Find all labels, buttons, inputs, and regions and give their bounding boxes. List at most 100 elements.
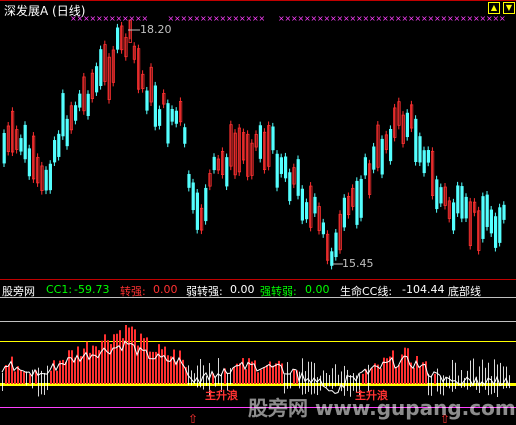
candle — [153, 85, 157, 127]
candle — [170, 109, 174, 122]
candle — [183, 127, 187, 144]
candle — [288, 172, 292, 202]
scroll-down-icon[interactable]: ▼ — [503, 2, 515, 14]
indicator-bar — [158, 344, 160, 384]
low-price-label: 15.45 — [342, 257, 374, 270]
candle — [300, 188, 305, 221]
candle — [296, 159, 300, 196]
candle — [275, 153, 279, 188]
indicator-bar — [320, 375, 321, 391]
candle — [166, 103, 170, 144]
indicator-bar — [434, 373, 436, 384]
candle — [372, 146, 376, 170]
indicator-bar — [161, 349, 163, 384]
indicator-bar — [26, 371, 27, 386]
indicator-bar — [47, 365, 48, 391]
indicator-bar — [152, 351, 154, 384]
candle — [195, 192, 199, 230]
indicator-bar — [131, 326, 133, 384]
indicator-bar — [293, 369, 295, 384]
indicator-bar — [233, 366, 235, 384]
indicator-bar — [14, 371, 16, 384]
indicator-bar — [287, 362, 288, 389]
indicator-bar — [509, 375, 510, 389]
candle — [502, 204, 506, 220]
indicator-bar — [326, 372, 327, 388]
indicator-bar — [290, 373, 291, 389]
candle — [27, 148, 32, 177]
candle — [204, 187, 208, 222]
indicator-bar — [230, 368, 231, 385]
candle — [65, 118, 69, 147]
indicator-bar — [494, 359, 495, 393]
indicator-bar — [407, 348, 409, 384]
indicator-name: 股旁网 — [2, 285, 35, 298]
indicator-bar — [449, 375, 450, 389]
candle — [418, 136, 422, 163]
zhuanqiang-label: 转强: — [120, 285, 146, 298]
candlestick-series — [2, 19, 506, 270]
indicator-bar — [338, 374, 339, 386]
candle — [498, 207, 502, 243]
indicator-bar — [380, 368, 382, 384]
indicator-bar — [272, 365, 274, 384]
candle — [174, 110, 178, 124]
indicator-bar — [95, 346, 97, 384]
indicator-bar — [41, 370, 42, 395]
candle — [388, 128, 393, 162]
indicator-bars — [2, 325, 510, 398]
ruozhuanqiang-value: 0.00 — [230, 283, 255, 296]
indicator-bar — [146, 337, 148, 384]
shengming-value: -104.44 — [402, 283, 445, 296]
indicator-bar — [257, 372, 259, 384]
indicator-bar — [260, 369, 262, 384]
watermark: 股旁网 www.gupang.com — [248, 396, 516, 420]
candle — [422, 150, 426, 174]
indicator-bar — [32, 369, 33, 389]
indicator-bar — [332, 368, 333, 389]
indicator-bar — [11, 356, 13, 384]
indicator-bar — [20, 370, 22, 384]
indicator-bar — [104, 334, 106, 384]
candle — [145, 90, 149, 111]
indicator-bar — [239, 363, 241, 384]
indicator-bar — [191, 370, 192, 386]
indicator-bar — [308, 361, 309, 392]
stock-chart[interactable]: × × × × × × × × × × × × × × × × × × × × × × × × × × × × × × × × × × × × × × × ×… — [0, 0, 516, 425]
indicator-bar — [206, 376, 207, 386]
indicator-bar — [479, 366, 480, 393]
candle — [321, 222, 326, 235]
candle — [405, 112, 410, 138]
candle — [78, 93, 82, 108]
candle — [212, 156, 216, 171]
indicator-bar — [455, 362, 456, 389]
indicator-bar — [323, 370, 324, 387]
indicator-bar — [266, 365, 268, 384]
scroll-up-icon[interactable]: ▲ — [488, 2, 500, 14]
candle — [86, 93, 90, 116]
indicator-bar — [56, 370, 58, 384]
indicator-bar — [71, 350, 73, 384]
indicator-bar — [353, 373, 354, 391]
indicator-bar — [119, 330, 121, 384]
indicator-bar — [470, 360, 471, 388]
indicator-bar — [215, 377, 216, 387]
indicator-bar — [404, 347, 406, 384]
marker-x: × — [499, 14, 506, 23]
indicator-bar — [143, 338, 145, 384]
shengming-label: 生命CC线: — [340, 285, 393, 298]
indicator-bar — [395, 367, 397, 384]
indicator-bar — [422, 362, 424, 384]
candle — [2, 132, 6, 164]
candle — [187, 174, 191, 188]
high-price-label: 18.20 — [140, 23, 172, 36]
indicator-bar — [413, 367, 415, 384]
indicator-bar — [5, 365, 7, 384]
indicator-bar — [284, 374, 285, 394]
indicator-bar — [419, 366, 421, 384]
candle — [304, 202, 309, 220]
ruozhuanqiang-label: 弱转强: — [186, 285, 223, 298]
top-markers: × × × × × × × × × × × × × × × × × × × × × × × × × × × × × × × × × × × × × × × ×… — [70, 14, 506, 23]
indicator-bar — [305, 371, 306, 394]
candle — [334, 232, 338, 258]
